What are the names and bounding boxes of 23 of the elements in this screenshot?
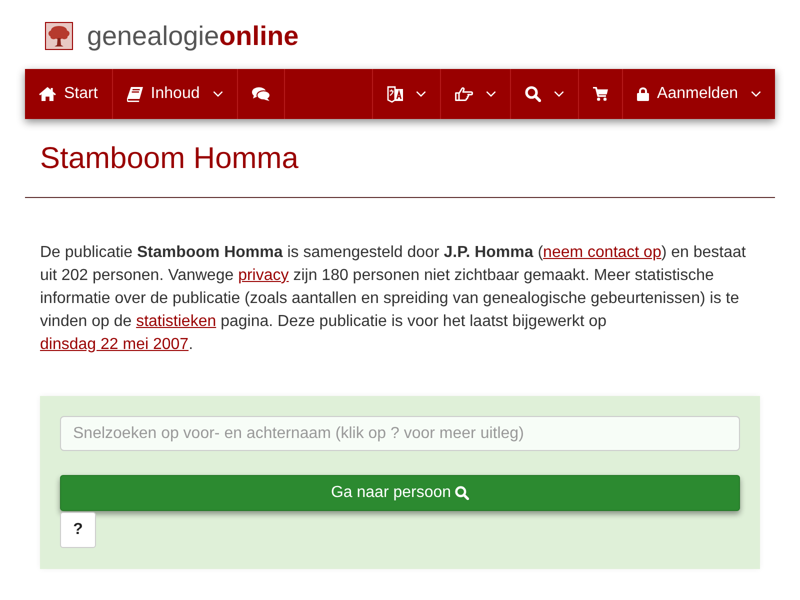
home-icon — [39, 87, 56, 101]
search-field[interactable]: Snelzoeken op voor- en achternaam (klik op ? voor meer uitleg) — [60, 416, 740, 451]
nav-link[interactable]: Inhoud — [112, 69, 238, 119]
page-title: Stamboom Homma — [39, 141, 300, 177]
go-to-person-button[interactable]: Ga naar persoon — [60, 475, 740, 511]
search-icon — [525, 86, 542, 102]
text-link[interactable]: dinsdag 22 mei 2007 — [40, 336, 189, 353]
text-link[interactable]: statistieken — [136, 313, 216, 330]
pages-icon — [387, 86, 404, 102]
chat-bubbles-icon — [252, 87, 270, 101]
cart-icon — [593, 87, 608, 101]
nav-link[interactable]: Start — [25, 69, 113, 119]
search-icon — [455, 486, 470, 500]
book-icon — [126, 86, 143, 102]
pointing-hand-icon — [455, 87, 474, 101]
help-button[interactable]: ? — [60, 512, 96, 548]
text-link[interactable]: privacy — [238, 267, 289, 284]
nav-link[interactable]: Aanmelden — [622, 69, 775, 119]
tree-logo-icon — [45, 22, 73, 50]
text-link[interactable]: neem contact op — [543, 244, 662, 261]
site-logo[interactable]: genealogieonline — [87, 20, 299, 52]
intro-paragraph: De publicatie Stamboom Homma is samengesteld door J.P. Homma (neem contact op) en bestaat uit 202 personen. Vanwege privacy zijn 180 personen niet zichtbaar gemaakt. Meer statistische informatie over de publicatie (zoals aantallen en spreiding van genealogische gebeurtenissen) is te vinden op de statistieken pagina. Deze publicatie is voor het laatst bijgewerkt op dinsdag 22 mei 2007. — [39, 243, 747, 355]
lock-icon — [637, 87, 650, 101]
